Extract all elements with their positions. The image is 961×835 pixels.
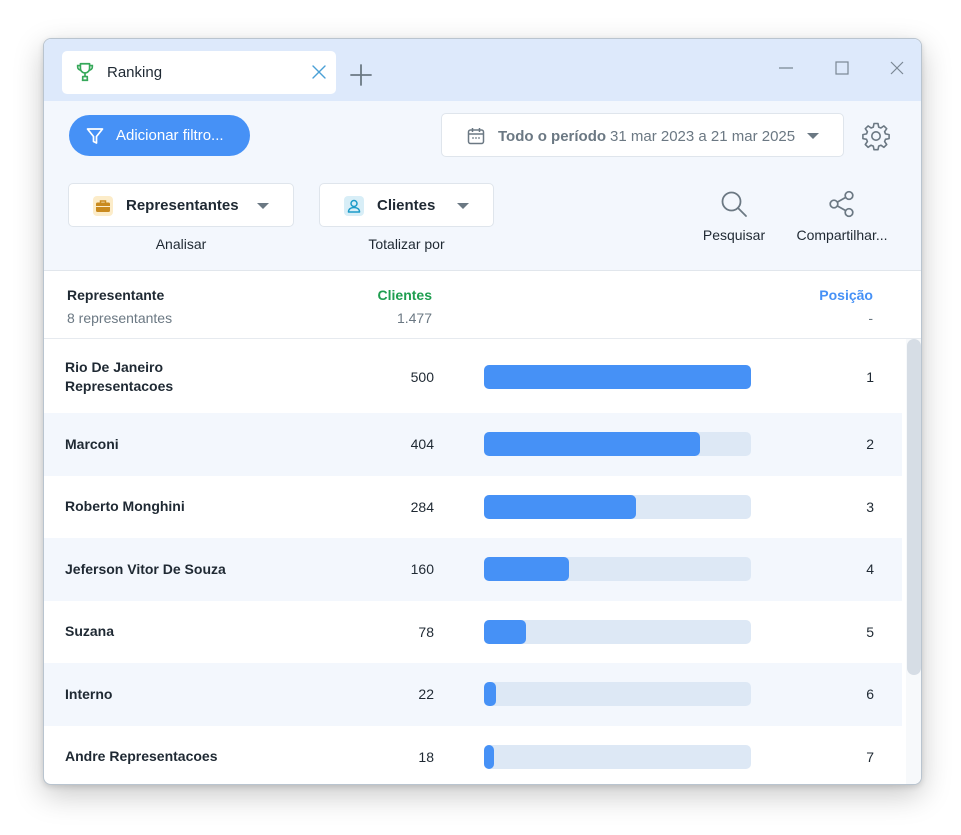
header-clients-total: 1.477 — [396, 310, 432, 326]
ranking-window: Ranking Adicionar filtro... Todo o perío… — [43, 38, 922, 785]
share-icon — [829, 190, 854, 218]
header-position-sub: - — [868, 310, 873, 326]
row-position: 4 — [866, 561, 874, 578]
table-row[interactable]: Marconi 404 2 — [44, 413, 902, 476]
close-tab-icon[interactable] — [310, 63, 328, 81]
trophy-icon — [76, 62, 94, 82]
add-filter-label: Adicionar filtro... — [116, 127, 224, 144]
table-row[interactable]: Roberto Monghini 284 3 — [44, 476, 902, 539]
share-label: Compartilhar... — [796, 227, 888, 243]
scrollbar-thumb[interactable] — [907, 339, 921, 675]
row-clients-value: 160 — [410, 561, 434, 578]
tab-ranking[interactable]: Ranking — [62, 51, 336, 94]
row-clients-value: 284 — [410, 498, 434, 515]
table-header: Representante 8 representantes Clientes … — [44, 272, 921, 339]
user-icon — [344, 196, 364, 216]
analyze-caption: Analisar — [155, 236, 207, 252]
row-position: 1 — [866, 368, 874, 385]
calendar-icon — [467, 128, 485, 145]
row-clients-value: 404 — [410, 436, 434, 453]
chevron-down-icon — [257, 203, 269, 209]
period-label: Todo o período — [498, 128, 607, 145]
table-row[interactable]: Rio De Janeiro Representacoes 500 1 — [44, 340, 902, 413]
table-row[interactable]: Jeferson Vitor De Souza 160 4 — [44, 538, 902, 601]
header-representative-count: 8 representantes — [67, 310, 173, 326]
table-row[interactable]: Suzana 78 5 — [44, 601, 902, 664]
header-position[interactable]: Posição — [819, 287, 873, 303]
table-row[interactable]: Andre Representacoes 18 7 — [44, 726, 902, 785]
share-button[interactable]: Compartilhar... — [792, 189, 892, 243]
add-filter-button[interactable]: Adicionar filtro... — [69, 115, 250, 156]
total-by-value: Clientes — [377, 197, 436, 214]
row-representative-name: Interno — [65, 685, 113, 702]
row-position: 7 — [866, 748, 874, 765]
minimize-icon[interactable] — [776, 58, 796, 78]
title-bar: Ranking — [44, 39, 921, 101]
gear-icon[interactable] — [861, 121, 891, 151]
period-range: 31 mar 2023 a 21 mar 2025 — [610, 128, 796, 145]
row-bar-fill — [484, 619, 526, 644]
briefcase-icon — [93, 196, 113, 216]
search-button[interactable]: Pesquisar — [694, 189, 774, 243]
row-clients-value: 78 — [418, 623, 434, 640]
row-bar-track — [484, 619, 751, 644]
row-representative-name: Suzana — [65, 623, 115, 640]
row-bar-fill — [484, 432, 700, 457]
search-icon — [721, 191, 747, 217]
total-by-dropdown[interactable]: Clientes — [319, 183, 494, 227]
close-window-icon[interactable] — [887, 58, 907, 78]
header-representative[interactable]: Representante — [67, 287, 164, 303]
row-position: 5 — [866, 623, 874, 640]
row-representative-name: Andre Representacoes — [65, 748, 218, 765]
vertical-scrollbar[interactable] — [906, 339, 921, 784]
row-representative-name: Rio De Janeiro Representacoes — [65, 358, 174, 394]
row-representative-name: Marconi — [65, 435, 119, 452]
new-tab-icon[interactable] — [349, 63, 373, 87]
row-representative-name: Jeferson Vitor De Souza — [65, 560, 226, 577]
row-bar-fill — [484, 364, 751, 389]
search-label: Pesquisar — [702, 227, 766, 243]
row-bar-fill — [484, 494, 636, 519]
row-position: 6 — [866, 686, 874, 703]
maximize-icon[interactable] — [832, 58, 852, 78]
row-position: 2 — [866, 436, 874, 453]
row-clients-value: 500 — [410, 368, 434, 385]
row-bar-track — [484, 432, 751, 457]
row-bar-track — [484, 682, 751, 707]
row-bar-fill — [484, 557, 570, 582]
analyze-dropdown[interactable]: Representantes — [68, 183, 294, 227]
row-clients-value: 18 — [418, 748, 434, 765]
chevron-down-icon — [457, 203, 469, 209]
analyze-value: Representantes — [126, 197, 239, 214]
row-bar-track — [484, 494, 751, 519]
ranking-table-body: Rio De Janeiro Representacoes 500 1 Marconi… — [44, 340, 902, 785]
row-representative-name: Roberto Monghini — [65, 498, 185, 515]
row-bar-fill — [484, 682, 496, 707]
filter-icon — [86, 128, 104, 144]
table-row[interactable]: Interno 22 6 — [44, 663, 902, 726]
header-clients[interactable]: Clientes — [378, 287, 432, 303]
row-bar-track — [484, 364, 751, 389]
row-position: 3 — [866, 498, 874, 515]
row-clients-value: 22 — [418, 686, 434, 703]
total-by-caption: Totalizar por — [368, 236, 445, 252]
chevron-down-icon — [807, 133, 819, 139]
row-bar-track — [484, 744, 751, 769]
row-bar-fill — [484, 744, 494, 769]
tab-title: Ranking — [107, 64, 163, 81]
toolbar: Adicionar filtro... Todo o período 31 ma… — [44, 101, 921, 271]
period-selector[interactable]: Todo o período 31 mar 2023 a 21 mar 2025 — [441, 113, 844, 157]
row-bar-track — [484, 557, 751, 582]
